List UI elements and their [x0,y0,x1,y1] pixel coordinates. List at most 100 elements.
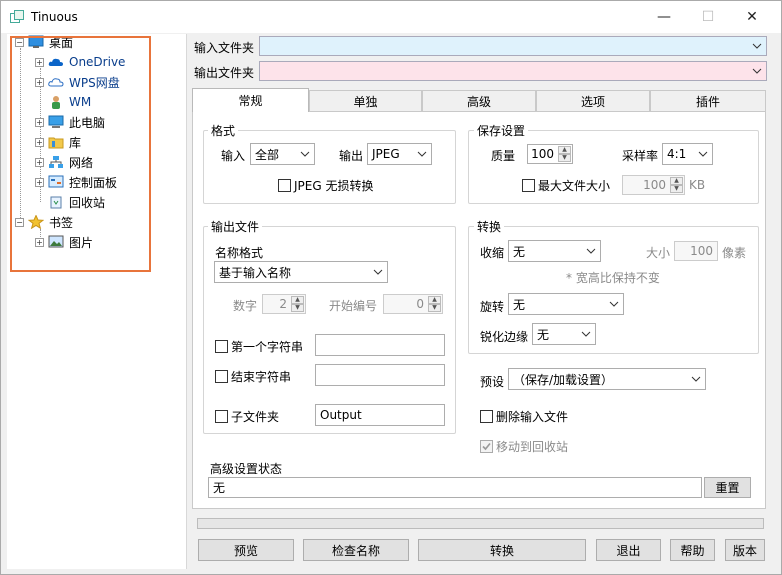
max-file-size-value: 100 [643,178,666,192]
first-string-input[interactable] [315,334,445,356]
output-format-value: JPEG [372,147,400,161]
max-file-size-checkbox[interactable]: 最大文件大小 [522,177,610,194]
shrink-select[interactable]: 无 [508,240,601,262]
tab-plugins[interactable]: 插件 [650,90,766,112]
version-button[interactable]: 版本 [725,539,765,561]
size-label: 大小 [646,246,671,260]
name-format-select[interactable]: 基于输入名称 [214,261,388,283]
app-icon [10,10,24,23]
convert-button[interactable]: 转换 [418,539,586,561]
sampling-select[interactable]: 4:1 [662,143,713,165]
start-number-value: 0 [416,297,424,311]
close-button[interactable]: ✕ [729,1,775,33]
checkmark-icon [482,442,491,451]
rotate-value: 无 [513,297,526,312]
name-format-value: 基于输入名称 [219,265,292,280]
minimize-button[interactable]: — [641,1,687,33]
checkbox-box[interactable] [278,179,291,192]
preset-select[interactable]: （保存/加载设置） [508,368,706,390]
aspect-note: * 宽高比保持不变 [566,271,660,285]
checkbox-label: 移动到回收站 [496,440,569,454]
advanced-status-label: 高级设置状态 [210,462,283,476]
exit-button[interactable]: 退出 [596,539,661,561]
reset-button[interactable]: 重置 [704,477,751,498]
checkbox-label: 子文件夹 [231,410,280,424]
chevron-down-icon [373,269,383,275]
first-string-checkbox[interactable]: 第一个字符串 [215,338,303,355]
stepper-down-icon[interactable]: ▼ [428,304,441,312]
input-folder-field[interactable] [259,36,767,56]
size-input[interactable]: 100 [674,241,718,261]
start-number-stepper[interactable]: 0 ▲ ▼ [383,294,443,314]
tab-options[interactable]: 选项 [536,90,650,112]
save-settings-title: 保存设置 [474,122,529,139]
end-string-checkbox[interactable]: 结束字符串 [215,368,291,385]
preview-button[interactable]: 预览 [198,539,294,561]
stepper-down-icon[interactable]: ▼ [291,304,304,312]
quality-stepper[interactable]: 100 ▲ ▼ [527,144,573,164]
shrink-value: 无 [513,244,526,259]
stepper-up-icon[interactable]: ▲ [670,177,683,185]
help-button[interactable]: 帮助 [670,539,715,561]
stepper-up-icon[interactable]: ▲ [558,146,571,154]
sharpen-value: 无 [537,327,550,342]
input-format-value: 全部 [255,147,280,162]
advanced-status-field: 无 [208,477,702,498]
tab-advanced[interactable]: 高级 [422,90,536,112]
stepper-up-icon[interactable]: ▲ [428,296,441,304]
size-value: 100 [690,244,713,258]
output-folder-field[interactable] [259,61,767,81]
save-settings-group [468,130,759,204]
tree-highlight [10,36,151,272]
digits-value: 2 [279,297,287,311]
chevron-down-icon [691,376,701,382]
checkbox-box[interactable] [215,340,228,353]
tab-individual[interactable]: 单独 [309,90,422,112]
input-format-label: 输入 [221,149,246,163]
chevron-down-icon[interactable] [752,41,762,51]
max-file-size-stepper[interactable]: 100 ▲ ▼ [622,175,685,195]
tab-general[interactable]: 常规 [192,88,309,112]
sharpen-select[interactable]: 无 [532,323,596,345]
chevron-down-icon[interactable] [752,66,762,76]
stepper-up-icon[interactable]: ▲ [291,296,304,304]
chevron-down-icon [609,301,619,307]
subfolder-input[interactable]: Output [315,404,445,426]
jpeg-lossless-checkbox[interactable]: JPEG 无损转换 [278,177,373,194]
title-bar[interactable]: Tinuous — ☐ ✕ [1,1,781,33]
digits-stepper[interactable]: 2 ▲ ▼ [262,294,306,314]
checkbox-box[interactable] [480,440,493,453]
stepper-down-icon[interactable]: ▼ [558,154,571,162]
stepper-down-icon[interactable]: ▼ [670,185,683,193]
start-number-label: 开始编号 [329,299,378,313]
digits-label: 数字 [233,299,258,313]
delete-input-checkbox[interactable]: 删除输入文件 [480,408,568,425]
output-format-label: 输出 [339,149,364,163]
tab-bar: 常规 单独 高级 选项 插件 [192,88,766,112]
window-title: Tinuous [31,10,78,24]
checkbox-box[interactable] [480,410,493,423]
chevron-down-icon [300,151,310,157]
checkbox-box[interactable] [215,370,228,383]
checkbox-box[interactable] [215,410,228,423]
rotate-select[interactable]: 无 [508,293,624,315]
checkbox-label: JPEG 无损转换 [294,179,374,193]
format-group-title: 格式 [208,122,239,139]
advanced-status-value: 无 [213,481,226,495]
check-names-button[interactable]: 检查名称 [303,539,409,561]
sampling-label: 采样率 [622,149,659,163]
move-to-recycle-checkbox[interactable]: 移动到回收站 [480,438,568,455]
maximize-button[interactable]: ☐ [685,1,731,33]
checkbox-box[interactable] [522,179,535,192]
output-format-select[interactable]: JPEG [367,143,432,165]
app-window: Tinuous — ☐ ✕ − 桌面 + OneDrive + WPS网盘 WM… [0,0,782,575]
subfolder-checkbox[interactable]: 子文件夹 [215,408,279,425]
checkbox-label: 结束字符串 [231,370,292,384]
progress-bar [197,518,764,529]
subfolder-value: Output [320,408,362,422]
output-folder-label: 输出文件夹 [194,66,255,80]
input-format-select[interactable]: 全部 [250,143,315,165]
end-string-input[interactable] [315,364,445,386]
input-folder-label: 输入文件夹 [194,41,255,55]
checkbox-label: 最大文件大小 [538,179,611,193]
